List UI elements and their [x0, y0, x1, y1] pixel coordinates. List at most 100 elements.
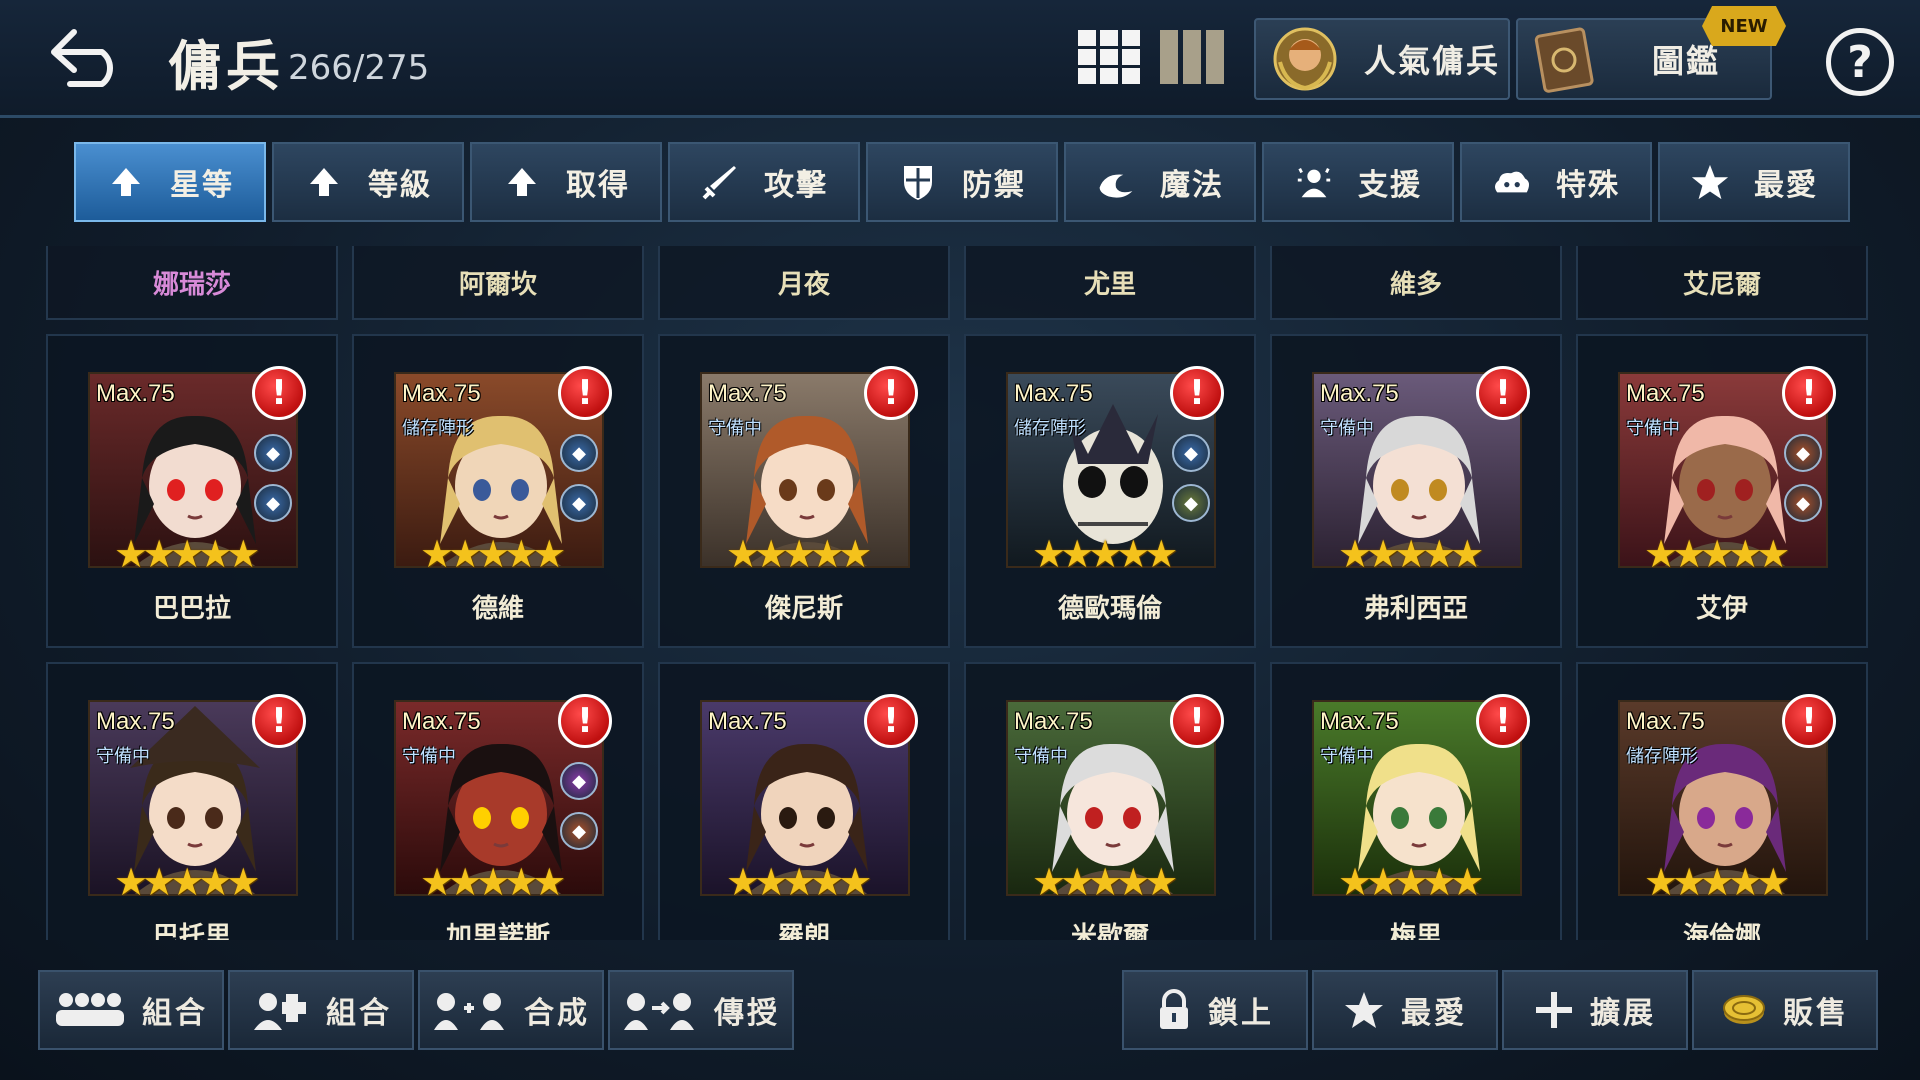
status-tag: 守備中 — [1320, 418, 1374, 439]
tab-level[interactable]: 等級 — [272, 142, 464, 222]
tab-attack[interactable]: 攻擊 — [668, 142, 860, 222]
tab-label: 最愛 — [1754, 168, 1818, 203]
transfer-icon — [624, 993, 694, 1030]
tab-favorite[interactable]: 最愛 — [1658, 142, 1850, 222]
tab-label: 特殊 — [1556, 168, 1620, 203]
tab-label: 攻擊 — [764, 168, 828, 203]
back-button[interactable] — [44, 22, 130, 92]
star-rating: ★★★★★ — [1338, 860, 1484, 904]
puzzle-combo-label: 組合 — [326, 996, 392, 1031]
tab-special[interactable]: 特殊 — [1460, 142, 1652, 222]
column-header[interactable]: 艾尼爾 — [1576, 246, 1868, 320]
column-header[interactable]: 維多 — [1270, 246, 1562, 320]
new-badge: NEW — [1702, 6, 1786, 46]
max-level-label: Max.75 — [1626, 380, 1705, 407]
popular-mercenary-button[interactable]: 人氣傭兵 — [1254, 18, 1510, 100]
puzzle-combo-button[interactable]: 組合 — [228, 970, 414, 1050]
mercenary-name: 德維 — [471, 594, 524, 624]
fusion-button[interactable]: 合成 — [418, 970, 604, 1050]
cloud-icon — [1492, 162, 1532, 202]
expand-button[interactable]: 擴展 — [1502, 970, 1688, 1050]
rune-icon: ◆ — [560, 762, 598, 800]
star-icon — [1345, 992, 1383, 1028]
tab-support[interactable]: 支援 — [1262, 142, 1454, 222]
mercenary-grid: 娜瑞莎 阿爾坎 月夜 尤里 維多 艾尼爾 Max.75! ◆ ◆ ★★★★★ 巴巴拉 Ma… — [46, 246, 1870, 940]
alert-icon: ! — [1476, 366, 1530, 420]
mercenary-card[interactable]: Max.75 守備中! ◆ ◆ ★★★★★ 艾伊 — [1576, 334, 1868, 648]
alert-icon: ! — [864, 366, 918, 420]
mercenary-name: 米歇爾 — [1070, 922, 1149, 940]
tab-acquired[interactable]: 取得 — [470, 142, 662, 222]
rune-icon: ◆ — [560, 484, 598, 522]
star-rating: ★★★★★ — [114, 860, 260, 904]
favorite-label: 最愛 — [1401, 996, 1467, 1031]
lock-label: 鎖上 — [1208, 996, 1274, 1031]
star-rating: ★★★★★ — [1644, 532, 1790, 576]
status-tag: 守備中 — [402, 746, 456, 767]
column-view-icon — [1160, 30, 1224, 84]
fusion-label: 合成 — [524, 996, 590, 1031]
mercenary-name: 羅朗 — [777, 922, 830, 940]
sell-label: 販售 — [1783, 996, 1849, 1031]
max-level-label: Max.75 — [708, 380, 787, 407]
rune-icon: ◆ — [1784, 434, 1822, 472]
rune-icon: ◆ — [254, 484, 292, 522]
page-title: 傭兵 — [168, 35, 284, 98]
alert-icon: ! — [1170, 366, 1224, 420]
mercenary-card[interactable]: Max.75 守備中! ★★★★★ 梅里 — [1270, 662, 1562, 940]
tab-defense[interactable]: 防禦 — [866, 142, 1058, 222]
transfer-button[interactable]: 傳授 — [608, 970, 794, 1050]
rune-icon: ◆ — [560, 434, 598, 472]
mercenary-card[interactable]: Max.75 守備中! ★★★★★ 巴托里 — [46, 662, 338, 940]
column-header[interactable]: 娜瑞莎 — [46, 246, 338, 320]
tab-label: 取得 — [566, 168, 630, 203]
mercenary-name: 傑尼斯 — [764, 594, 843, 624]
favorite-button[interactable]: 最愛 — [1312, 970, 1498, 1050]
grid-view-button[interactable] — [1078, 30, 1140, 84]
mercenary-card[interactable]: Max.75 儲存陣形! ★★★★★ 海倫娜 — [1576, 662, 1868, 940]
mercenary-card[interactable]: Max.75 守備中! ★★★★★ 米歇爾 — [964, 662, 1256, 940]
column-view-button[interactable] — [1160, 30, 1224, 84]
lock-icon — [1160, 989, 1188, 1029]
sort-tabs: 星等 等級 取得 攻擊 防禦 魔法 支援 特殊 最愛 — [74, 142, 1852, 224]
mercenary-name: 艾伊 — [1695, 594, 1748, 624]
max-level-label: Max.75 — [1014, 380, 1093, 407]
mercenary-card[interactable]: Max.75! ◆ ◆ ★★★★★ 巴巴拉 — [46, 334, 338, 648]
alert-icon: ! — [252, 694, 306, 748]
popular-mercenary-label: 人氣傭兵 — [1364, 42, 1501, 80]
mercenary-name: 巴托里 — [152, 922, 231, 940]
column-header[interactable]: 阿爾坎 — [352, 246, 644, 320]
mercenary-card[interactable]: Max.75 守備中! ★★★★★ 弗利西亞 — [1270, 334, 1562, 648]
tab-magic[interactable]: 魔法 — [1064, 142, 1256, 222]
mercenary-card[interactable]: Max.75 守備中! ★★★★★ 傑尼斯 — [658, 334, 950, 648]
status-tag: 儲存陣形 — [1626, 746, 1698, 767]
plus-icon — [1536, 992, 1572, 1028]
mercenary-card[interactable]: Max.75 守備中! ◆ ◆ ★★★★★ 加里諾斯 — [352, 662, 644, 940]
star-rating: ★★★★★ — [1032, 860, 1178, 904]
sell-button[interactable]: 販售 — [1692, 970, 1878, 1050]
rune-icon: ◆ — [1172, 434, 1210, 472]
max-level-label: Max.75 — [96, 708, 175, 735]
top-bar: 傭兵 266/275 人氣傭兵 圖鑑 NEW ? — [0, 0, 1920, 118]
puzzle-combo-icon — [254, 993, 306, 1030]
column-header[interactable]: 尤里 — [964, 246, 1256, 320]
mercenary-card[interactable]: Max.75 儲存陣形! ◆ ◆ ★★★★★ 德維 — [352, 334, 644, 648]
star-rating: ★★★★★ — [114, 532, 260, 576]
combo-button[interactable]: 組合 — [38, 970, 224, 1050]
tab-label: 等級 — [368, 168, 432, 203]
star-rating: ★★★★★ — [726, 860, 872, 904]
codex-label: 圖鑑 — [1652, 42, 1721, 80]
star-rating: ★★★★★ — [1644, 860, 1790, 904]
mercenary-card[interactable]: Max.75! ★★★★★ 羅朗 — [658, 662, 950, 940]
mercenary-card[interactable]: Max.75 儲存陣形! ◆ ◆ ★★★★★ 德歐瑪倫 — [964, 334, 1256, 648]
help-button[interactable]: ? — [1826, 28, 1894, 96]
grid-view-icon — [1078, 30, 1140, 84]
mercenary-name: 加里諾斯 — [445, 922, 550, 940]
rune-icon: ◆ — [1784, 484, 1822, 522]
column-header[interactable]: 月夜 — [658, 246, 950, 320]
alert-icon: ! — [1476, 694, 1530, 748]
book-icon — [1534, 27, 1594, 93]
star-rating: ★★★★★ — [1032, 532, 1178, 576]
tab-star-rank[interactable]: 星等 — [74, 142, 266, 222]
lock-button[interactable]: 鎖上 — [1122, 970, 1308, 1050]
